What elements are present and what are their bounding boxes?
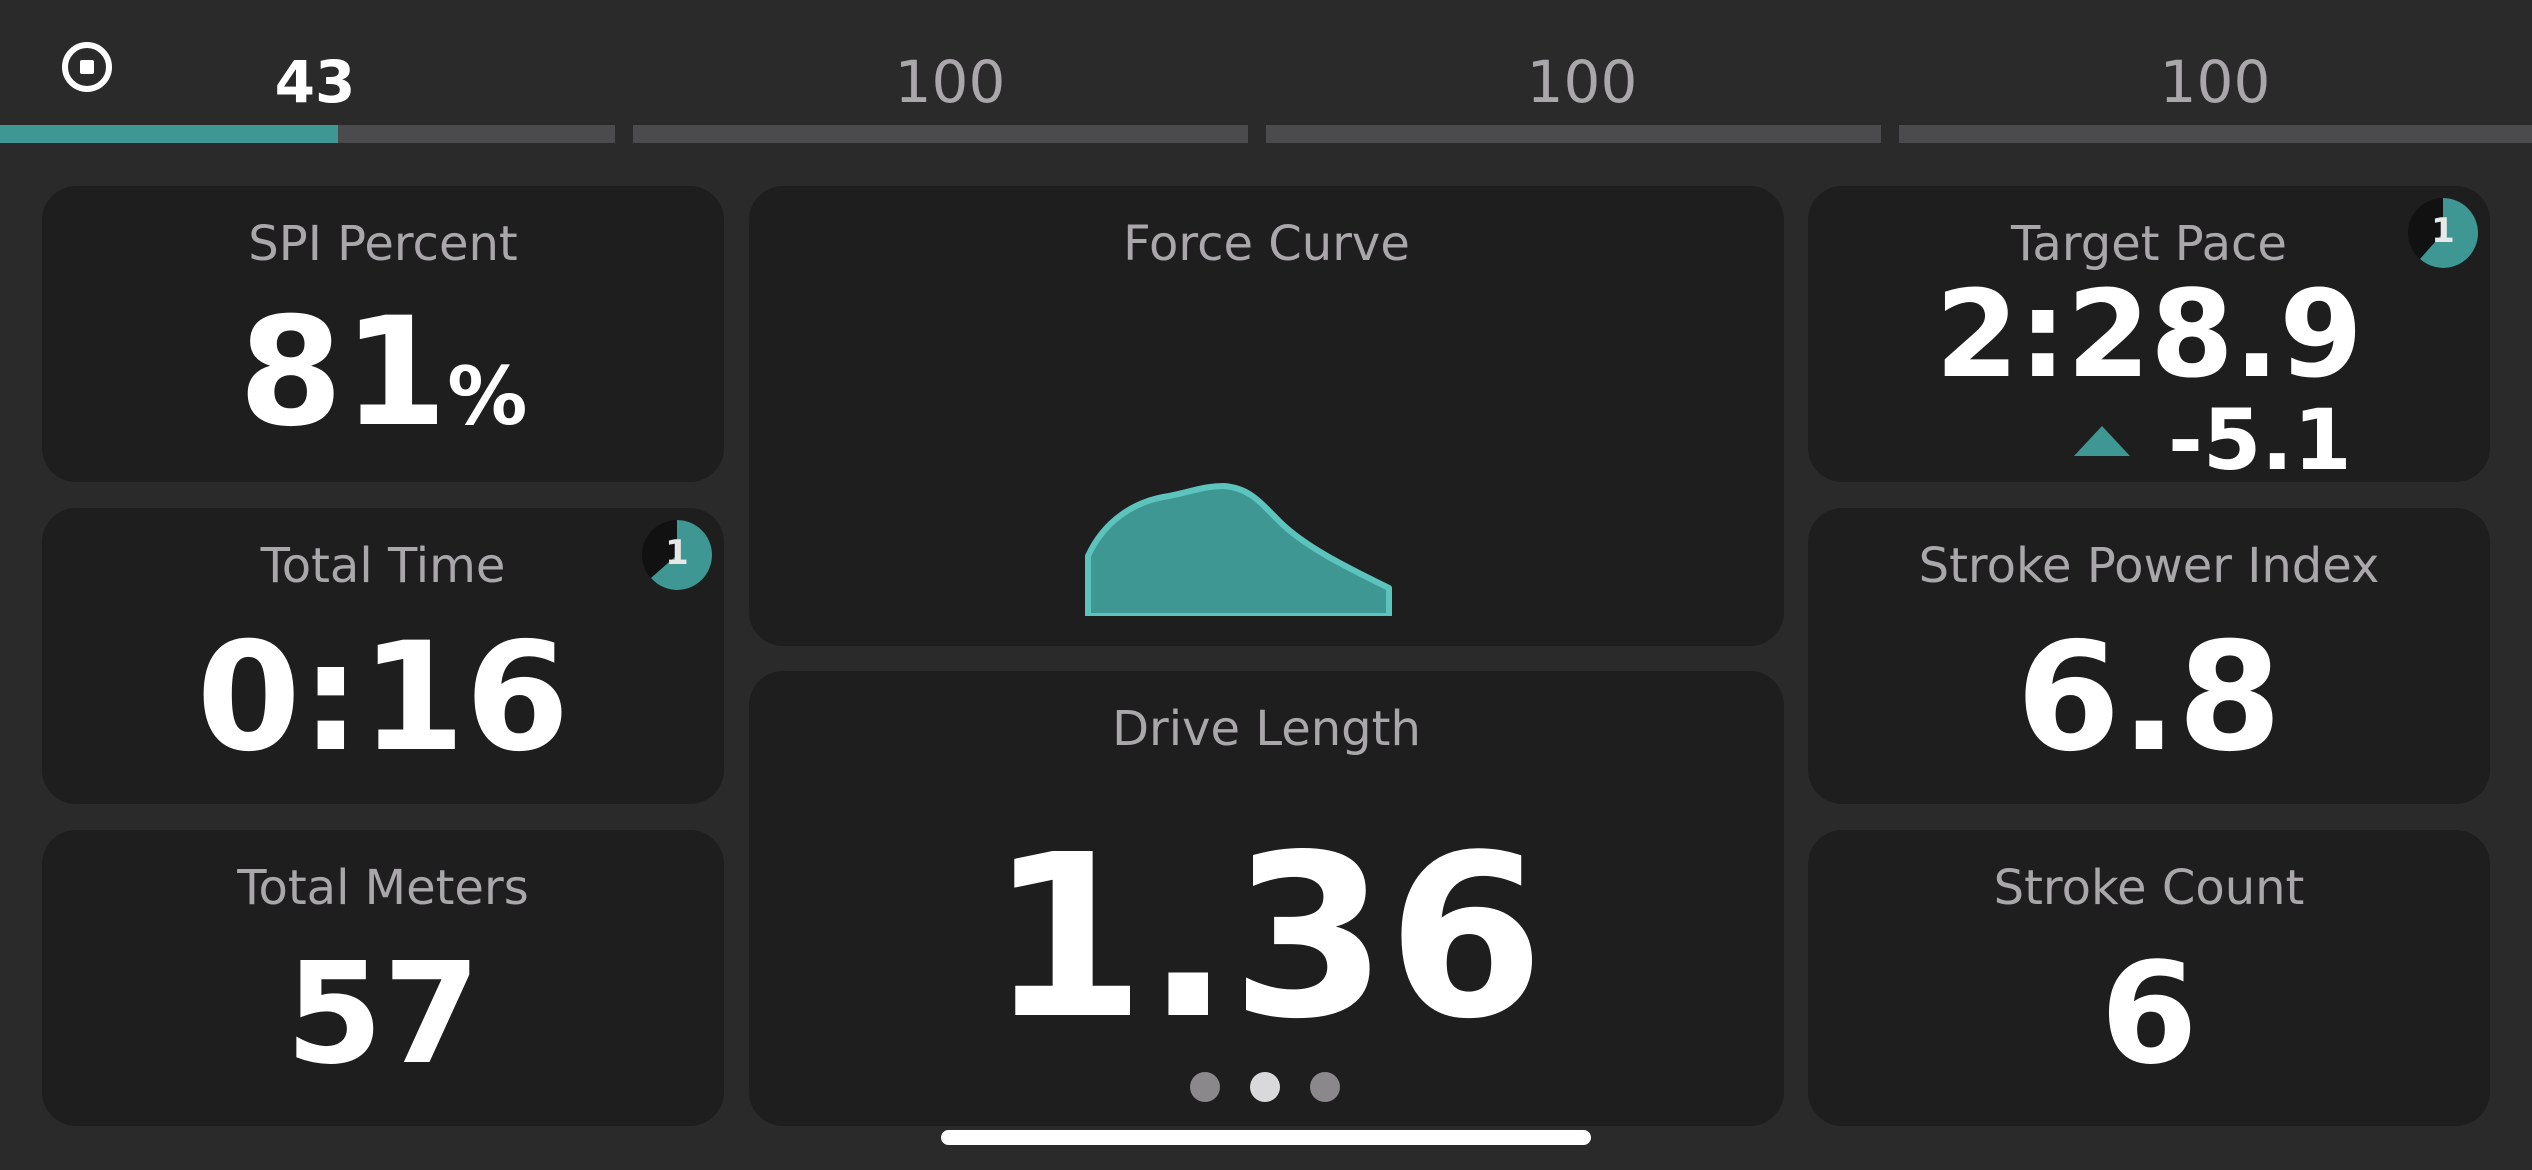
spi-percent-unit: % (447, 350, 528, 443)
target-pace-delta: -5.1 (2168, 391, 2352, 489)
interval-1-fill (0, 125, 339, 143)
target-pace-card[interactable]: Target Pace 2:28.9 -5.1 1 (1808, 186, 2490, 482)
target-pace-value: 2:28.9 (1935, 266, 2363, 405)
total-time-lap-badge[interactable]: 1 (642, 520, 712, 590)
total-time-badge-label: 1 (665, 533, 689, 573)
force-curve-card[interactable]: Force Curve (749, 186, 1784, 646)
interval-3-track (1266, 125, 1881, 143)
pace-up-arrow-icon (2074, 426, 2130, 456)
page-dot-2[interactable] (1250, 1072, 1280, 1102)
interval-2-label: 100 (894, 48, 1006, 116)
total-meters-title: Total Meters (237, 860, 529, 916)
page-dot-1[interactable] (1190, 1072, 1220, 1102)
stroke-power-index-card[interactable]: Stroke Power Index 6.8 (1808, 508, 2490, 804)
target-pace-title: Target Pace (2011, 216, 2287, 272)
target-pace-badge-label: 1 (2431, 211, 2455, 251)
spi-percent-title: SPI Percent (248, 216, 518, 272)
target-pace-badge[interactable]: 1 (2408, 198, 2478, 268)
interval-4-track (1899, 125, 2532, 143)
stroke-power-index-value: 6.8 (2016, 611, 2282, 785)
drive-length-card[interactable]: Drive Length 1.36 (749, 671, 1784, 1126)
stroke-count-title: Stroke Count (1993, 860, 2305, 916)
interval-3-label: 100 (1526, 48, 1638, 116)
total-time-value: 0:16 (196, 611, 570, 785)
drive-length-title: Drive Length (1112, 701, 1421, 757)
spi-percent-value-row: 81% (42, 298, 724, 448)
force-curve-graph (1085, 483, 1392, 616)
total-meters-card[interactable]: Total Meters 57 (42, 830, 724, 1126)
drive-length-value: 1.36 (988, 807, 1545, 1069)
interval-progress-bar: 43 100 100 100 (0, 0, 2532, 165)
spi-percent-value: 81 (238, 286, 448, 460)
interval-1-label: 43 (274, 48, 356, 116)
stroke-count-card[interactable]: Stroke Count 6 (1808, 830, 2490, 1126)
total-time-title: Total Time (260, 538, 506, 594)
stroke-power-index-title: Stroke Power Index (1918, 538, 2380, 594)
stroke-count-value: 6 (2100, 933, 2198, 1096)
page-dot-3[interactable] (1310, 1072, 1340, 1102)
total-time-card[interactable]: Total Time 0:16 1 (42, 508, 724, 804)
interval-1-track (0, 125, 615, 143)
force-curve-title: Force Curve (1123, 216, 1410, 272)
interval-4-label: 100 (2159, 48, 2271, 116)
total-meters-value: 57 (285, 933, 481, 1096)
home-indicator[interactable] (941, 1130, 1591, 1145)
stop-icon[interactable] (62, 42, 112, 92)
spi-percent-card[interactable]: SPI Percent 81% (42, 186, 724, 482)
interval-2-track (633, 125, 1248, 143)
